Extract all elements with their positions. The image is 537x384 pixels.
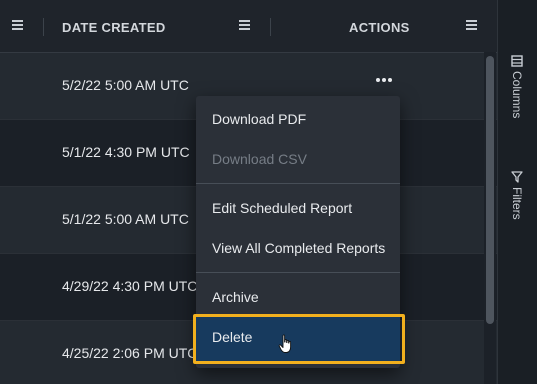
menu-item-label: Download CSV [212, 151, 307, 167]
column-menu-icon[interactable] [11, 18, 25, 32]
column-resize-handle[interactable] [43, 18, 44, 36]
filters-tab[interactable]: Filters [498, 168, 537, 228]
date-created-cell: 5/2/22 5:00 AM UTC [62, 77, 189, 93]
menu-item-label: Archive [212, 289, 259, 305]
actions-menu-icon[interactable] [465, 18, 479, 32]
side-panel: Columns Filters [497, 0, 537, 384]
download-csv-menu-item: Download CSV [196, 141, 400, 177]
date-created-menu-icon[interactable] [238, 18, 252, 32]
report-grid-view: DATE CREATED ACTIONS 5/2/22 5:00 AM UTC … [0, 0, 537, 384]
menu-item-label: Edit Scheduled Report [212, 200, 353, 216]
filters-tab-label: Filters [510, 187, 524, 220]
date-created-cell: 4/29/22 4:30 PM UTC [62, 278, 198, 294]
date-created-cell: 4/25/22 2:06 PM UTC [62, 345, 198, 361]
hand-cursor-icon [278, 334, 292, 353]
menu-item-label: Download PDF [212, 111, 307, 127]
menu-divider [196, 183, 400, 184]
columns-icon [511, 55, 523, 67]
download-pdf-menu-item[interactable]: Download PDF [196, 101, 400, 137]
edit-scheduled-report-menu-item[interactable]: Edit Scheduled Report [196, 190, 400, 226]
menu-item-label: View All Completed Reports [212, 240, 386, 256]
archive-menu-item[interactable]: Archive [196, 279, 400, 315]
row-actions-more-icon[interactable] [374, 76, 394, 84]
columns-tab[interactable]: Columns [498, 52, 537, 132]
date-created-cell: 5/1/22 5:00 AM UTC [62, 211, 189, 227]
view-all-completed-reports-menu-item[interactable]: View All Completed Reports [196, 230, 400, 266]
actions-header: ACTIONS [349, 20, 410, 35]
delete-highlight-outline [193, 314, 405, 364]
scrollbar-thumb[interactable] [486, 56, 494, 324]
date-created-header[interactable]: DATE CREATED [62, 20, 166, 35]
columns-tab-label: Columns [510, 71, 524, 119]
column-resize-handle[interactable] [270, 18, 271, 36]
menu-divider [196, 272, 400, 273]
filter-icon [511, 171, 523, 183]
grid-header: DATE CREATED ACTIONS [0, 0, 497, 53]
date-created-cell: 5/1/22 4:30 PM UTC [62, 144, 190, 160]
